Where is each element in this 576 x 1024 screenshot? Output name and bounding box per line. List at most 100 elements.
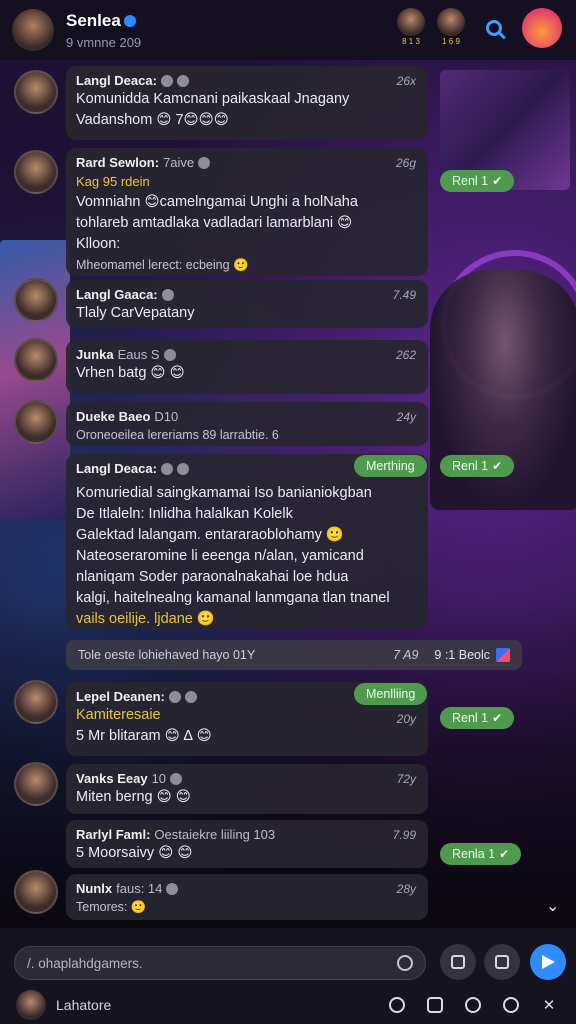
sender-name: Langl Deaca: (76, 73, 418, 88)
user-avatar[interactable] (16, 990, 46, 1020)
message-time: 262 (395, 348, 416, 362)
message-text: Vomniahn 😊camelngamai Unghi a holNaha (76, 194, 358, 210)
input-placeholder: /. ohaplahdgamers. (27, 955, 143, 971)
status-pill[interactable]: Renl 1 ✔ (440, 455, 515, 477)
sender-name: Langl Gaaca: (76, 287, 418, 302)
user-name: Lahatore (56, 997, 112, 1013)
avatar[interactable] (14, 278, 58, 322)
member-label: 8 1 3 (402, 37, 420, 46)
message-bubble[interactable]: Rarlyl Faml: Oestaiekre liiling 103 7.99 … (66, 820, 428, 868)
group-avatar[interactable] (522, 8, 562, 48)
avatar[interactable] (14, 870, 58, 914)
scroll-down-icon[interactable]: ⌄ (546, 896, 559, 916)
status-pill[interactable]: Renl 1 ✔ (440, 707, 515, 729)
status-pill[interactable]: Renl 1 ✔ (440, 170, 515, 192)
message-text: Galektad lalangam. entararaoblohamy 🙂 (76, 527, 344, 543)
emoji-button[interactable] (500, 994, 522, 1016)
check-icon: ✔ (492, 174, 503, 188)
avatar[interactable] (14, 762, 58, 806)
info-button[interactable] (386, 994, 408, 1016)
message-text: Kamiteresaie (76, 707, 161, 723)
member-avatar[interactable]: 8 1 3 (396, 8, 426, 48)
screen-button[interactable] (424, 994, 446, 1016)
avatar[interactable] (14, 680, 58, 724)
close-button[interactable]: ✕ (538, 994, 560, 1016)
emoji-icon (503, 997, 519, 1013)
reaction-icon (184, 691, 197, 703)
message-bubble[interactable]: Langl Gaaca: 7.49 Tlaly CarVepatany (66, 280, 428, 328)
send-button[interactable] (530, 944, 566, 980)
message-time: 20y (396, 712, 416, 726)
user-bar: Lahatore ✕ (0, 988, 576, 1022)
message-bubble[interactable]: Vanks Eeay 10 72y Miten berng 😊 😊 (66, 764, 428, 814)
message-text: kalgi, haitelnealng kamanal lanmgana tla… (76, 590, 390, 606)
status-pill[interactable]: Merthing (354, 455, 427, 477)
sender-tag: Oestaiekre liiling 103 (154, 827, 276, 842)
sender-tag: D10 (154, 409, 179, 424)
chat-subtitle: 9 vmnne 209 (66, 34, 142, 50)
message-text: 5 Mr blitaram 😊 ∆ 😊 (76, 728, 212, 744)
avatar[interactable] (14, 70, 58, 114)
sender-tag: 7aive (163, 155, 195, 170)
avatar[interactable] (14, 400, 58, 444)
shield-icon (465, 997, 481, 1013)
sender-name: Dueke Baeo D10 (76, 409, 179, 424)
chat-title: Senlea (66, 11, 141, 31)
message-time: 28y (396, 882, 416, 896)
attach-button[interactable] (440, 944, 476, 980)
message-text: vails oeilije. ljdane 🙂 (76, 611, 215, 627)
message-text: Nateoseraromine li eeenga n/alan, yamica… (76, 548, 364, 564)
chat-header: Senlea 9 vmnne 209 8 1 3 1 6 9 (0, 0, 576, 60)
message-bubble[interactable]: Dueke Baeo D10 24y Oroneoeilea lereriams … (66, 402, 428, 446)
message-time: 26g (395, 156, 416, 170)
message-bubble[interactable]: Langl Deaca: Komuriedial saingkamamai Is… (66, 454, 428, 630)
reaction-icon (166, 883, 179, 895)
status-pill[interactable]: Renla 1 ✔ (440, 843, 522, 865)
shield-button[interactable] (462, 994, 484, 1016)
message-text: Vrhen batg 😊 😊 (76, 365, 185, 381)
chat-avatar[interactable] (12, 9, 54, 51)
message-bubble[interactable]: Langl Deaca: 26x Komunidda Kamcnani paik… (66, 66, 428, 140)
clock-icon[interactable] (397, 955, 413, 971)
member-label: 1 6 9 (442, 37, 460, 46)
message-time: 7.49 (392, 288, 416, 302)
system-right-text: 9 :1 Beolc (434, 648, 490, 662)
sticker-icon (495, 955, 509, 969)
screen-icon (427, 997, 443, 1013)
reaction-icon (170, 773, 183, 785)
search-button[interactable] (476, 10, 512, 46)
check-icon: ✔ (492, 711, 503, 725)
composer-bar: /. ohaplahdgamers. Lahatore ✕ (0, 928, 576, 1024)
message-input[interactable]: /. ohaplahdgamers. (14, 946, 426, 980)
send-icon (541, 955, 555, 969)
message-bubble[interactable]: Junka Eaus S 262 Vrhen batg 😊 😊 (66, 340, 428, 394)
message-time: 26x (396, 74, 416, 88)
message-text: Kag 95 rdein (76, 174, 150, 189)
sender-name: Rarlyl Faml: Oestaiekre liiling 103 (76, 827, 276, 842)
message-text: Temores: 🙂 (76, 900, 147, 914)
flag-icon (496, 648, 510, 662)
sender-name: Junka Eaus S (76, 347, 418, 362)
member-avatar[interactable]: 1 6 9 (436, 8, 466, 48)
message-text: Komuriedial saingkamamai Iso banianiokgb… (76, 485, 372, 501)
status-pill[interactable]: Menlliing (354, 683, 428, 705)
sender-name: Vanks Eeay 10 (76, 771, 418, 786)
avatar[interactable] (14, 150, 58, 194)
chat-title-text: Senlea (66, 10, 121, 30)
verified-icon (123, 15, 136, 28)
check-icon: ✔ (499, 847, 510, 861)
sender-name: Rard Sewlon: 7aive (76, 155, 418, 170)
reaction-icon (176, 463, 189, 475)
message-bubble[interactable]: Nunlx faus: 14 28y Temores: 🙂 (66, 874, 428, 920)
chat-title-block[interactable]: Senlea 9 vmnne 209 (66, 11, 141, 50)
check-icon: ✔ (492, 459, 503, 473)
avatar[interactable] (14, 338, 58, 382)
header-actions: 8 1 3 1 6 9 (396, 8, 562, 48)
system-time: 7 A9 (393, 648, 419, 662)
message-bubble[interactable]: Rard Sewlon: 7aive 26g Kag 95 rdein Vomni… (66, 148, 428, 276)
sticker-button[interactable] (484, 944, 520, 980)
message-text: Komunidda Kamcnani paikaskaal Jnagany (76, 91, 350, 107)
system-message[interactable]: Tole oeste lohiehaved hayo 01Y 7 A9 9 :1… (66, 640, 522, 670)
message-text: tohlareb amtadlaka vadladari lamarblani … (76, 215, 353, 231)
badge-icon (168, 691, 181, 703)
